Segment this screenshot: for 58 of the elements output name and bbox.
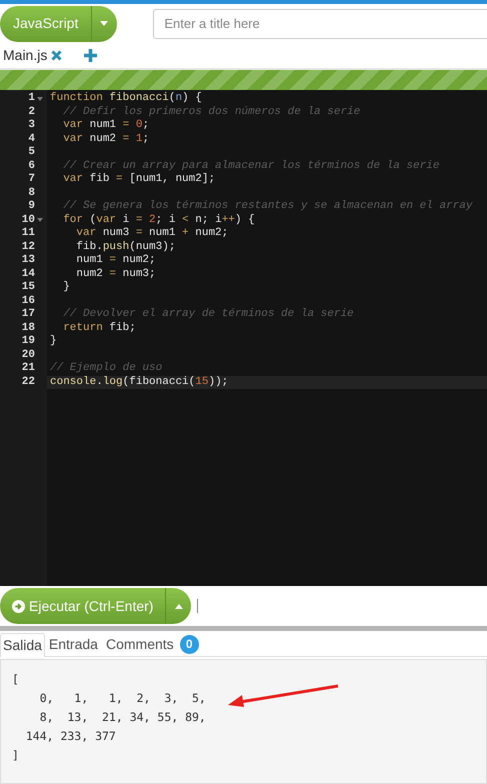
line-number: 17	[22, 308, 35, 322]
code-line: console.log(fibonacci(15));	[50, 376, 228, 388]
code-line: return fib;	[62, 322, 136, 334]
line-number: 18	[22, 322, 35, 335]
code-line: var num2 = 1;	[62, 132, 150, 144]
code-line: }	[62, 281, 70, 293]
code-line: var fib = [num1, num2];	[62, 173, 216, 185]
output-line: [	[12, 671, 19, 688]
output-line: 0, 1, 1, 2, 3, 5,	[38, 690, 206, 707]
code-line: var num3 = num1 + num2;	[75, 227, 228, 239]
file-tab[interactable]: Main.js	[3, 44, 48, 66]
output-line: 8, 13, 21, 34, 55, 89,	[38, 709, 206, 726]
code-line: for (var i = 2; i < n; i++) {	[62, 214, 255, 226]
line-number: 16	[22, 294, 35, 308]
title-field[interactable]: Enter a title here	[153, 8, 487, 38]
output-tab[interactable]: Comments 0	[102, 632, 203, 656]
line-number: 14	[22, 268, 35, 281]
code-line: fib.push(num3);	[75, 240, 176, 252]
code-line: // Defir los primeros dos números de la serie	[62, 106, 360, 118]
fold-arrow-icon[interactable]	[37, 96, 43, 101]
code-line: num1 = num2;	[75, 254, 156, 266]
line-number: 2	[28, 106, 35, 119]
caret-icon	[174, 604, 183, 608]
line-number: 8	[28, 186, 35, 200]
line-number: 9	[28, 200, 35, 214]
output-line: ]	[12, 747, 19, 764]
line-number: 4	[28, 132, 35, 146]
line-number: 6	[28, 160, 35, 173]
line-number: 7	[28, 173, 35, 186]
caret-icon	[100, 21, 108, 26]
line-number: 10	[22, 214, 35, 227]
line-number: 20	[22, 348, 35, 362]
output-line: 144, 233, 377	[24, 728, 116, 745]
code-line: }	[50, 335, 57, 347]
code-line: // Devolver el array de términos de la serie	[62, 308, 354, 320]
line-number: 21	[22, 362, 35, 376]
line-number: 1	[28, 92, 35, 106]
arrow-circle-icon	[12, 600, 25, 612]
output-tab[interactable]: Entrada	[44, 632, 102, 656]
line-number: 5	[28, 146, 35, 160]
line-number: 15	[22, 281, 35, 294]
line-number: 22	[22, 376, 35, 389]
code-line: num2 = num3;	[75, 268, 156, 280]
close-icon[interactable]	[51, 50, 62, 60]
line-number: 11	[22, 227, 35, 240]
line-number: 19	[22, 335, 35, 348]
line-number: 12	[22, 240, 35, 254]
line-number: 13	[22, 254, 35, 268]
add-icon[interactable]	[84, 48, 98, 62]
output-tab[interactable]: Salida	[0, 633, 45, 657]
count-badge: 0	[180, 634, 199, 654]
code-line: var num1 = 0;	[62, 119, 150, 131]
code-line: function fibonacci(n) {	[50, 92, 202, 104]
code-line: // Se genera los términos restantes y se almacenan en el array	[62, 200, 472, 212]
line-number: 3	[28, 119, 35, 132]
fold-arrow-icon[interactable]	[37, 218, 43, 222]
code-line: // Crear un array para almacenar los términos de la serie	[62, 160, 440, 172]
code-line: // Ejemplo de uso	[50, 362, 162, 374]
